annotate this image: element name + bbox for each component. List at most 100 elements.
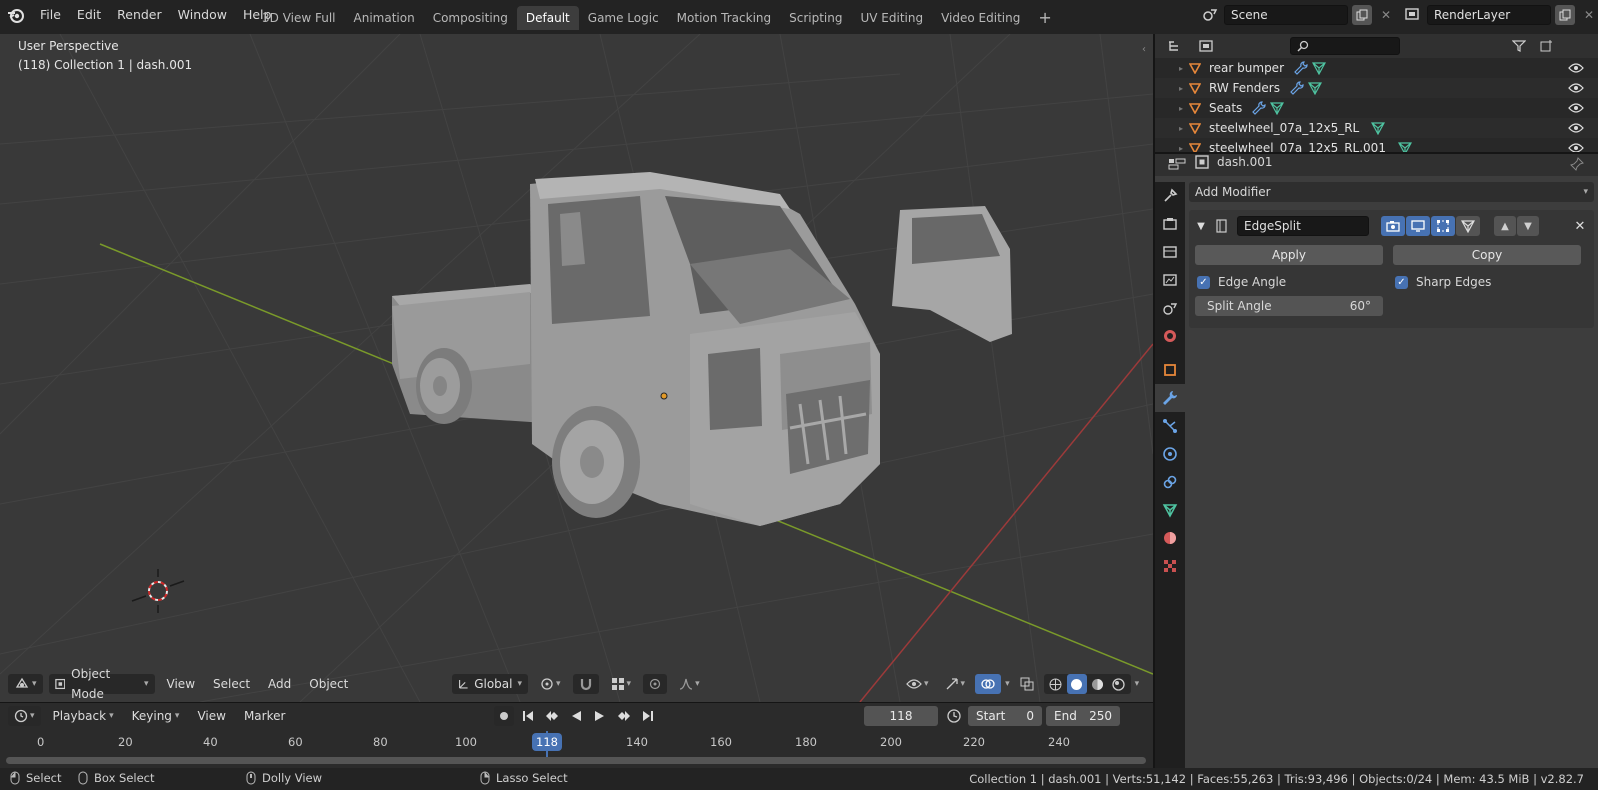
tab-default[interactable]: Default <box>516 6 579 30</box>
outliner-item[interactable]: ▸ rear bumper <box>1155 58 1598 78</box>
apply-button[interactable]: Apply <box>1195 245 1383 265</box>
delete-view-layer-icon[interactable]: ✕ <box>1579 5 1598 25</box>
outliner-search-input[interactable] <box>1290 37 1400 55</box>
solid-shading-icon[interactable] <box>1066 674 1087 694</box>
chevron-down-icon[interactable]: ▾ <box>1005 679 1010 689</box>
snap-target-button[interactable]: ▾ <box>605 674 638 694</box>
expand-arrow-icon[interactable]: ▸ <box>1155 84 1183 93</box>
tab-scene[interactable] <box>1155 294 1185 322</box>
add-workspace-button[interactable]: + <box>1029 6 1060 30</box>
menu-marker[interactable]: Marker <box>238 706 291 726</box>
tab-constraints[interactable] <box>1155 468 1185 496</box>
move-up-icon[interactable]: ▲ <box>1494 216 1516 236</box>
properties-panel[interactable]: dash.001 Add Modifier ▾ ▼ EdgeSplit ▲ ▼ … <box>1155 152 1598 768</box>
timeline-scrollbar[interactable] <box>6 757 1146 764</box>
tab-material[interactable] <box>1155 524 1185 552</box>
play-reverse-button[interactable] <box>566 706 586 726</box>
menu-playback[interactable]: Playback ▾ <box>47 706 120 726</box>
outliner-item[interactable]: ▸ steelwheel_07a_12x5_RL <box>1155 118 1598 138</box>
viewport-scene[interactable] <box>0 34 1153 702</box>
edit-mode-icon[interactable] <box>1431 216 1455 236</box>
expand-arrow-icon[interactable]: ▸ <box>1155 64 1183 73</box>
new-scene-icon[interactable] <box>1352 5 1372 25</box>
expand-arrow-icon[interactable]: ▸ <box>1155 104 1183 113</box>
filter-button[interactable] <box>1505 36 1533 56</box>
tab-scripting[interactable]: Scripting <box>780 6 851 30</box>
snap-toggle[interactable] <box>572 674 599 694</box>
outliner-item[interactable]: ▸ RW Fenders <box>1155 78 1598 98</box>
tab-texture[interactable] <box>1155 552 1185 580</box>
visibility-button[interactable]: ▾ <box>900 674 935 694</box>
timeline-ruler[interactable]: 0 20 40 60 80 100 140 160 180 200 220 24… <box>0 731 1153 769</box>
jump-start-button[interactable] <box>518 706 538 726</box>
outliner-item[interactable]: ▸ Seats <box>1155 98 1598 118</box>
tab-render[interactable] <box>1155 210 1185 238</box>
viewport-collapse-icon[interactable]: ‹ <box>1142 44 1146 55</box>
monitor-icon[interactable] <box>1406 216 1430 236</box>
proportional-edit-toggle[interactable] <box>643 674 668 694</box>
menu-add[interactable]: Add <box>262 674 297 694</box>
start-frame-field[interactable]: Start 0 <box>968 706 1042 726</box>
tab-tool[interactable] <box>1155 182 1185 210</box>
chevron-down-icon[interactable]: ▾ <box>1135 679 1140 689</box>
edge-angle-checkbox[interactable]: ✓ Edge Angle <box>1197 275 1395 289</box>
view-layer-icon[interactable] <box>1403 5 1423 25</box>
overlays-toggle[interactable] <box>975 674 1002 694</box>
on-cage-icon[interactable] <box>1456 216 1480 236</box>
move-down-icon[interactable]: ▼ <box>1517 216 1539 236</box>
menu-object[interactable]: Object <box>303 674 354 694</box>
tab-data[interactable] <box>1155 496 1185 524</box>
expand-arrow-icon[interactable]: ▸ <box>1155 144 1183 153</box>
object-mode-dropdown[interactable]: Object Mode ▾ <box>48 667 155 701</box>
next-keyframe-button[interactable] <box>614 706 634 726</box>
tab-uv-editing[interactable]: UV Editing <box>852 6 933 30</box>
properties-editor-type-button[interactable] <box>1163 154 1191 174</box>
falloff-button[interactable]: ▾ <box>673 674 706 694</box>
tab-game-logic[interactable]: Game Logic <box>579 6 668 30</box>
material-shading-icon[interactable] <box>1088 674 1108 694</box>
tab-view-layer[interactable] <box>1155 266 1185 294</box>
clock-icon[interactable] <box>946 708 962 727</box>
pin-icon[interactable] <box>1567 154 1587 174</box>
end-frame-field[interactable]: End 250 <box>1046 706 1120 726</box>
menu-keying[interactable]: Keying ▾ <box>126 706 186 726</box>
menu-select[interactable]: Select <box>207 674 256 694</box>
menu-file[interactable]: File <box>32 4 69 26</box>
menu-timeline-view[interactable]: View <box>191 706 231 726</box>
area-divider[interactable] <box>1153 34 1155 768</box>
timeline-editor[interactable]: ▾ Playback ▾ Keying ▾ View Marker 118 Star… <box>0 702 1153 769</box>
split-angle-slider[interactable]: Split Angle 60° <box>1195 296 1383 316</box>
tab-physics[interactable] <box>1155 440 1185 468</box>
modifier-name-field[interactable]: EdgeSplit <box>1237 216 1369 236</box>
rendered-shading-icon[interactable] <box>1109 674 1129 694</box>
tab-object[interactable] <box>1155 356 1185 384</box>
prev-keyframe-button[interactable] <box>542 706 562 726</box>
sharp-edges-checkbox[interactable]: ✓ Sharp Edges <box>1395 275 1491 289</box>
new-view-layer-icon[interactable] <box>1555 5 1575 25</box>
pivot-point-button[interactable]: ▾ <box>534 674 567 694</box>
menu-render[interactable]: Render <box>109 4 170 26</box>
blender-logo-icon[interactable] <box>6 6 26 26</box>
new-collection-button[interactable] <box>1537 36 1557 56</box>
copy-button[interactable]: Copy <box>1393 245 1581 265</box>
menu-view[interactable]: View <box>161 674 201 694</box>
tab-motion-tracking[interactable]: Motion Tracking <box>668 6 780 30</box>
editor-type-button[interactable]: ▾ <box>8 674 43 694</box>
3d-viewport[interactable]: User Perspective (118) Collection 1 | da… <box>0 34 1153 702</box>
current-frame-field[interactable]: 118 <box>864 706 938 726</box>
tab-world[interactable] <box>1155 322 1185 350</box>
tab-video-editing[interactable]: Video Editing <box>932 6 1029 30</box>
expand-arrow-icon[interactable]: ▸ <box>1155 124 1183 133</box>
gizmo-button[interactable]: ▾ <box>939 674 972 694</box>
tab-3d-view-full[interactable]: 3D View Full <box>253 6 345 30</box>
jump-end-button[interactable] <box>638 706 658 726</box>
xray-toggle[interactable] <box>1014 674 1040 694</box>
scene-name-field[interactable]: Scene <box>1224 5 1348 25</box>
delete-scene-icon[interactable]: ✕ <box>1376 5 1396 25</box>
record-button[interactable] <box>494 706 514 726</box>
menu-window[interactable]: Window <box>170 4 235 26</box>
outliner-editor-type-button[interactable] <box>1163 36 1191 56</box>
play-button[interactable] <box>590 706 610 726</box>
collapse-arrow-icon[interactable]: ▼ <box>1193 221 1209 232</box>
tab-animation[interactable]: Animation <box>345 6 424 30</box>
